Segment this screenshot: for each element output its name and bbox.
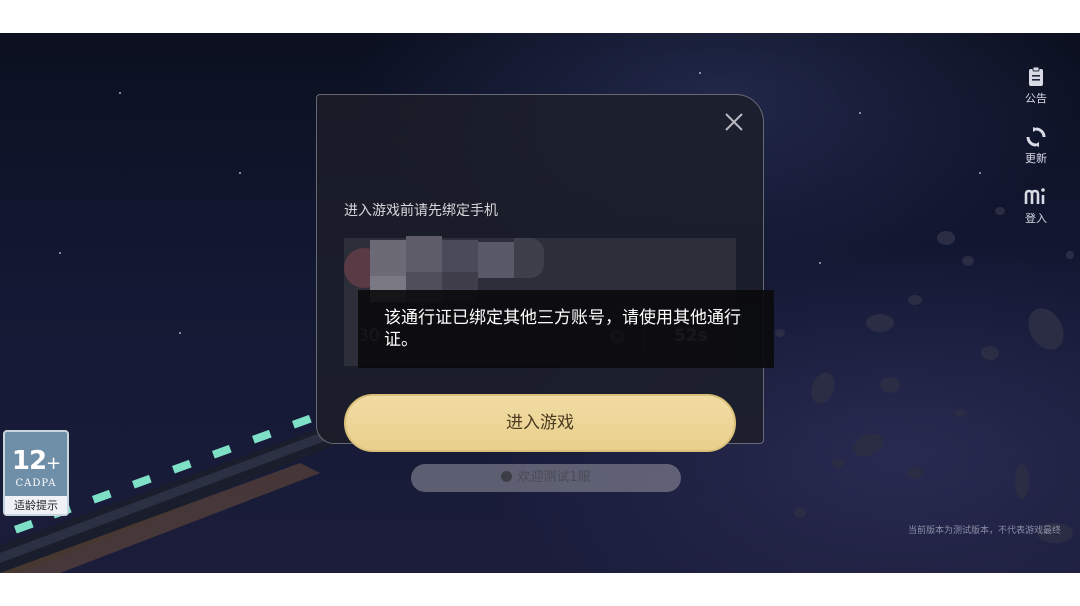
- clipboard-icon: [1029, 66, 1043, 86]
- server-select[interactable]: 欢迎测试1服: [411, 464, 681, 492]
- login-button[interactable]: 登入: [1008, 186, 1064, 226]
- age-rating-tip: 适龄提示: [5, 496, 67, 514]
- dialog-title: 进入游戏前请先绑定手机: [344, 203, 498, 219]
- error-toast: 该通行证已绑定其他三方账号，请使用其他通行证。: [358, 290, 774, 368]
- update-button[interactable]: 更新: [1008, 126, 1064, 166]
- login-label: 登入: [1025, 212, 1047, 225]
- refresh-icon: [1026, 127, 1046, 147]
- announcement-button[interactable]: 公告: [1008, 66, 1064, 106]
- age-rating-value: 12+: [11, 446, 61, 476]
- age-rating-org: CADPA: [15, 478, 57, 489]
- version-disclaimer: 当前版本为测试版本，不代表游戏最终: [908, 526, 1062, 536]
- check-icon: [501, 471, 513, 482]
- enter-game-button[interactable]: 进入游戏: [344, 394, 736, 452]
- mi-logo-icon: [1024, 188, 1045, 204]
- close-icon[interactable]: [722, 110, 746, 134]
- age-rating-badge: 12+ CADPA 适龄提示: [3, 430, 69, 516]
- server-label: 欢迎测试1服: [517, 470, 591, 485]
- announcement-label: 公告: [1025, 92, 1047, 105]
- update-label: 更新: [1025, 152, 1047, 165]
